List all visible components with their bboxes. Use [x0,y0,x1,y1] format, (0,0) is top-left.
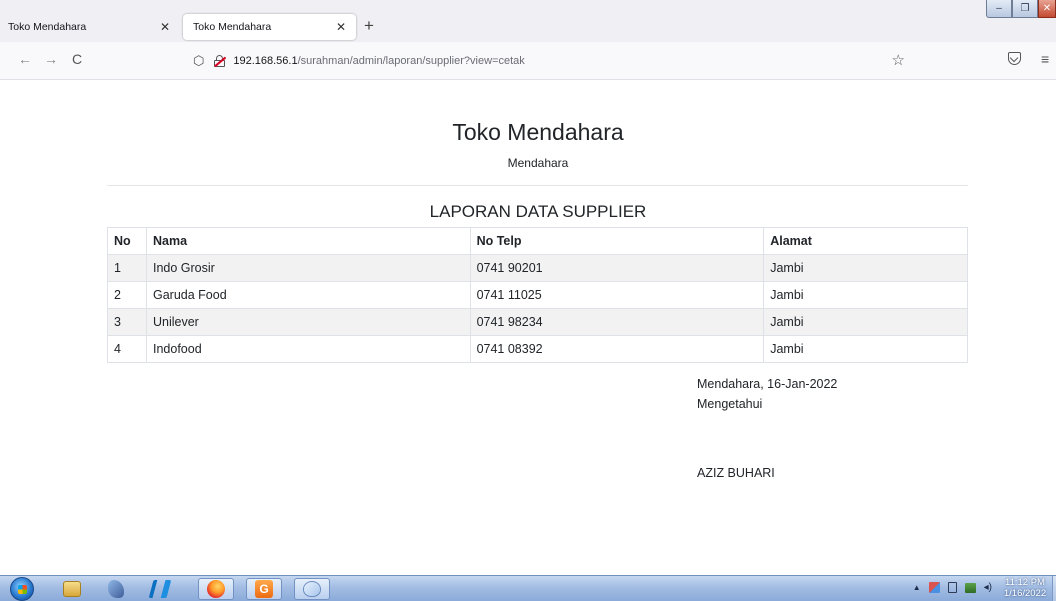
cell-no: 1 [107,254,147,282]
report-page: Toko Mendahara Mendahara LAPORAN DATA SU… [0,80,1056,575]
close-window-button[interactable]: ✕ [1038,0,1056,18]
restore-button[interactable]: ❐ [1012,0,1038,18]
clock-time: 11:12 PM [1005,577,1045,588]
cell-alamat: Jambi [763,254,968,282]
header-no-telp: No Telp [469,227,765,255]
display-icon[interactable] [947,582,957,593]
tray-expand-icon[interactable]: ▲ [913,583,921,592]
tab-title: Toko Mendahara [8,21,87,33]
browser-nav-bar: ← → C ⬡ 192.168.56.1/surahman/admin/lapo… [0,42,1056,80]
table-row: 3 Unilever 0741 98234 Jambi [107,308,968,336]
reload-icon[interactable]: C [72,51,82,67]
new-tab-button[interactable]: + [364,16,374,36]
dolphin-icon [108,580,124,598]
header-no: No [107,227,147,255]
url-path: /surahman/admin/laporan/supplier?view=ce… [297,55,525,67]
table-row: 2 Garuda Food 0741 11025 Jambi [107,281,968,309]
header-alamat: Alamat [763,227,968,255]
folder-icon [63,581,81,597]
store-city: Mendahara [507,156,569,170]
taskbar-paint[interactable] [294,578,330,600]
taskbar-clock[interactable]: 11:12 PM 1/16/2022 [1000,577,1050,599]
signature-acknowledged: Mengetahui [697,397,763,411]
cell-alamat: Jambi [763,308,968,336]
forward-arrow-icon[interactable]: → [44,51,58,67]
tab-inactive[interactable]: Toko Mendahara ✕ [0,12,180,42]
cell-no: 4 [107,335,147,363]
windows-taskbar: G ▲ ◂) 11:12 PM 1/16/2022 [0,575,1056,601]
url-host: 192.168.56.1 [233,55,298,67]
signature-signer-name: AZIZ BUHARI [697,466,775,480]
cell-no: 2 [107,281,147,309]
show-desktop-button[interactable] [1052,576,1056,601]
taskbar-explorer[interactable] [54,578,90,600]
cell-nama: Garuda Food [145,281,471,309]
cell-no-telp: 0741 08392 [469,335,765,363]
taskbar-vscode[interactable] [142,578,178,600]
header-nama: Nama [145,227,471,255]
url-text[interactable]: 192.168.56.1/surahman/admin/laporan/supp… [233,55,524,67]
insecure-lock-icon[interactable] [214,55,227,67]
cell-nama: Indo Grosir [145,254,471,282]
tab-close-icon[interactable]: ✕ [336,20,346,34]
tab-title: Toko Mendahara [193,21,272,33]
tracking-shield-icon[interactable]: ⬡ [193,53,204,69]
action-center-flag-icon[interactable] [928,582,940,593]
system-tray: ▲ ◂) [913,582,992,593]
hamburger-menu-icon[interactable]: ≡ [1041,51,1049,67]
taskbar-firefox[interactable] [198,578,234,600]
table-row: 1 Indo Grosir 0741 90201 Jambi [107,254,968,282]
minimize-button[interactable]: – [986,0,1012,18]
cell-nama: Unilever [145,308,471,336]
vscode-icon [148,580,172,598]
signature-place-date: Mendahara, 16-Jan-2022 [697,377,838,391]
cell-alamat: Jambi [763,335,968,363]
cell-no: 3 [107,308,147,336]
divider [107,185,968,186]
browser-tab-bar: Toko Mendahara ✕ Toko Mendahara ✕ + – ❐ … [0,0,1056,42]
tab-active[interactable]: Toko Mendahara ✕ [183,14,356,40]
cell-no-telp: 0741 98234 [469,308,765,336]
tab-close-icon[interactable]: ✕ [160,20,170,34]
volume-icon[interactable]: ◂) [984,582,992,593]
window-controls: – ❐ ✕ [986,0,1056,20]
firefox-icon [207,580,225,598]
table-row: 4 Indofood 0741 08392 Jambi [107,335,968,363]
taskbar-dolphin[interactable] [98,578,134,600]
table-header-row: No Nama No Telp Alamat [107,227,968,255]
back-arrow-icon[interactable]: ← [18,51,32,67]
taskbar-orange-app[interactable]: G [246,578,282,600]
store-name: Toko Mendahara [452,119,624,145]
report-title: LAPORAN DATA SUPPLIER [429,202,647,221]
orange-app-icon: G [255,580,273,598]
pocket-icon[interactable] [1008,52,1021,65]
clock-date: 1/16/2022 [1003,588,1047,599]
cell-no-telp: 0741 11025 [469,281,765,309]
cell-nama: Indofood [145,335,471,363]
cell-alamat: Jambi [763,281,968,309]
supplier-table: No Nama No Telp Alamat 1 Indo Grosir 074… [107,227,968,363]
bookmark-star-icon[interactable]: ☆ [892,51,905,69]
paint-icon [303,581,321,597]
cell-no-telp: 0741 90201 [469,254,765,282]
start-button[interactable] [10,577,34,601]
network-icon[interactable] [964,582,976,593]
url-bar[interactable]: ⬡ 192.168.56.1/surahman/admin/laporan/su… [183,48,917,74]
